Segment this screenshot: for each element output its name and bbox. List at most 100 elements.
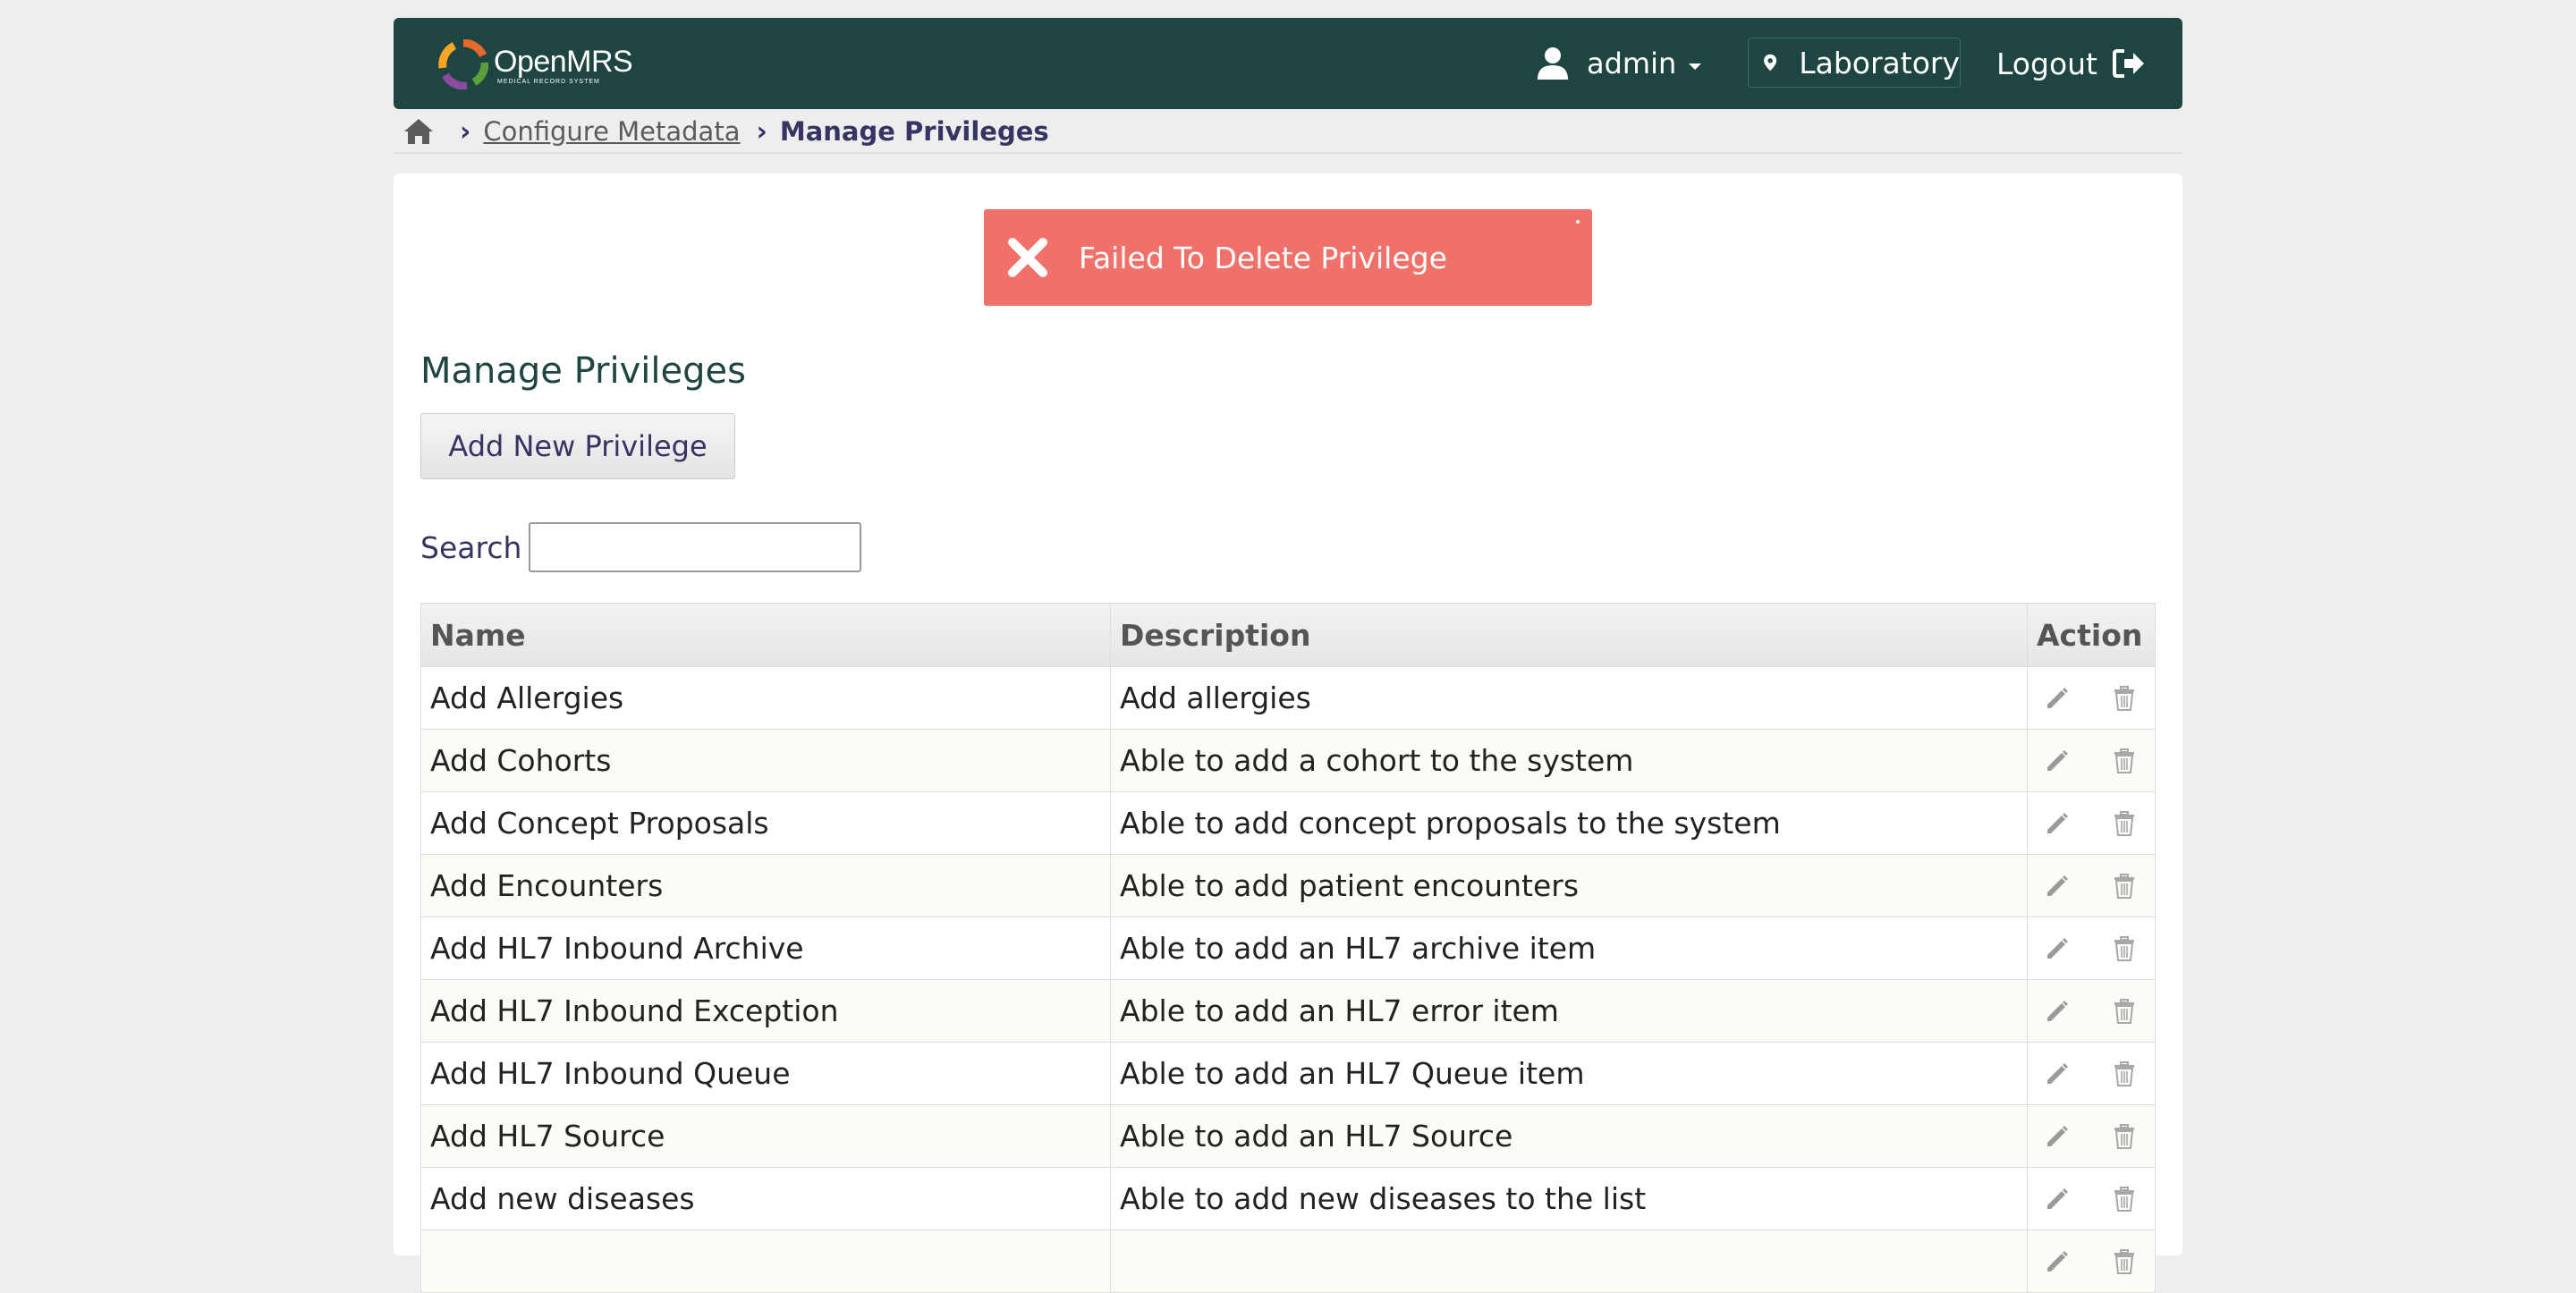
edit-button[interactable]	[2044, 998, 2071, 1025]
table-row: Add new diseases Able to add new diseases…	[420, 1167, 2156, 1230]
delete-button[interactable]	[2112, 998, 2137, 1025]
chevron-right-icon: ›	[460, 115, 471, 148]
edit-button[interactable]	[2044, 873, 2071, 900]
edit-button[interactable]	[2044, 1123, 2071, 1150]
row-actions	[2027, 1042, 2156, 1105]
column-header-description[interactable]: Description	[1110, 603, 2028, 667]
privilege-name: Add Concept Proposals	[420, 791, 1111, 855]
delete-button[interactable]	[2112, 1248, 2137, 1275]
logout-link[interactable]: Logout	[1996, 18, 2146, 109]
row-actions	[2027, 1230, 2156, 1293]
privilege-name: Add HL7 Inbound Exception	[420, 979, 1111, 1043]
privilege-description: Able to add an HL7 error item	[1110, 979, 2028, 1043]
table-row: Add HL7 Inbound Queue Able to add an HL7 …	[420, 1042, 2156, 1105]
row-actions	[2027, 791, 2156, 855]
chevron-down-icon	[1689, 63, 1702, 70]
table-row	[420, 1230, 2156, 1293]
row-actions	[2027, 979, 2156, 1043]
row-actions	[2027, 1104, 2156, 1168]
privilege-description: Able to add an HL7 archive item	[1110, 917, 2028, 980]
edit-button[interactable]	[2044, 935, 2071, 962]
main-content: Failed To Delete Privilege Manage Privil…	[394, 173, 2182, 1293]
openmrs-logo[interactable]: OpenMRS MEDICAL RECORD SYSTEM	[438, 39, 635, 89]
table-row: Add Cohorts Able to add a cohort to the s…	[420, 729, 2156, 792]
table-row: Add HL7 Inbound Archive Able to add an HL…	[420, 917, 2156, 980]
delete-button[interactable]	[2112, 873, 2137, 900]
delete-button[interactable]	[2112, 685, 2137, 712]
delete-button[interactable]	[2112, 1061, 2137, 1087]
edit-button[interactable]	[2044, 1186, 2071, 1213]
logo-subtitle: MEDICAL RECORD SYSTEM	[497, 79, 600, 85]
privilege-description	[1110, 1230, 2028, 1293]
delete-button[interactable]	[2112, 935, 2137, 962]
trash-icon	[2114, 873, 2134, 899]
delete-button[interactable]	[2112, 810, 2137, 837]
alert-close-icon[interactable]	[1576, 220, 1580, 224]
trash-icon	[2114, 1186, 2134, 1212]
table-header-row: Name Description Action	[420, 603, 2156, 667]
home-icon[interactable]	[402, 117, 435, 146]
pencil-icon	[2047, 1062, 2068, 1084]
breadcrumb-configure-metadata[interactable]: Configure Metadata	[483, 116, 740, 147]
top-header: OpenMRS MEDICAL RECORD SYSTEM admin Labo…	[394, 18, 2182, 109]
error-x-icon	[1008, 238, 1047, 277]
table-row: Add HL7 Source Able to add an HL7 Source	[420, 1104, 2156, 1168]
location-selector[interactable]: Laboratory	[1748, 38, 1961, 88]
edit-button[interactable]	[2044, 1248, 2071, 1275]
delete-button[interactable]	[2112, 748, 2137, 774]
table-row: Add Encounters Able to add patient encoun…	[420, 854, 2156, 917]
trash-icon	[2114, 998, 2134, 1024]
map-pin-icon	[1764, 54, 1777, 72]
user-name: admin	[1587, 46, 1677, 80]
user-menu[interactable]: admin	[1535, 18, 1702, 109]
edit-button[interactable]	[2044, 748, 2071, 774]
privilege-description: Able to add an HL7 Queue item	[1110, 1042, 2028, 1105]
privilege-description: Able to add a cohort to the system	[1110, 729, 2028, 792]
row-actions	[2027, 1167, 2156, 1230]
delete-button[interactable]	[2112, 1186, 2137, 1213]
breadcrumb-current: Manage Privileges	[779, 116, 1049, 147]
location-name: Laboratory	[1799, 45, 1960, 80]
privilege-name: Add HL7 Inbound Queue	[420, 1042, 1111, 1105]
alert-message: Failed To Delete Privilege	[1079, 240, 1447, 275]
privilege-description: Able to add new diseases to the list	[1110, 1167, 2028, 1230]
trash-icon	[2114, 748, 2134, 773]
row-actions	[2027, 917, 2156, 980]
table-row: Add HL7 Inbound Exception Able to add an …	[420, 979, 2156, 1043]
privilege-name	[420, 1230, 1111, 1293]
trash-icon	[2114, 1061, 2134, 1086]
error-alert: Failed To Delete Privilege	[984, 209, 1592, 306]
chevron-right-icon: ›	[756, 115, 767, 148]
trash-icon	[2114, 685, 2134, 711]
search-input[interactable]	[529, 522, 862, 572]
privilege-name: Add new diseases	[420, 1167, 1111, 1230]
pencil-icon	[2047, 749, 2068, 771]
pencil-icon	[2047, 812, 2068, 833]
row-actions	[2027, 729, 2156, 792]
pencil-icon	[2047, 937, 2068, 959]
privilege-name: Add Cohorts	[420, 729, 1111, 792]
column-header-name[interactable]: Name	[420, 603, 1111, 667]
edit-button[interactable]	[2044, 1061, 2071, 1087]
pencil-icon	[2047, 1000, 2068, 1021]
pencil-icon	[2047, 1125, 2068, 1146]
edit-button[interactable]	[2044, 810, 2071, 837]
edit-button[interactable]	[2044, 685, 2071, 712]
privilege-description: Able to add an HL7 Source	[1110, 1104, 2028, 1168]
trash-icon	[2114, 1123, 2134, 1149]
pencil-icon	[2047, 1187, 2068, 1209]
delete-button[interactable]	[2112, 1123, 2137, 1150]
add-new-privilege-button[interactable]: Add New Privilege	[420, 413, 735, 479]
logo-text: OpenMRS	[494, 45, 633, 79]
row-actions	[2027, 854, 2156, 917]
privilege-name: Add Encounters	[420, 854, 1111, 917]
privileges-table: Name Description Action Add Allergies Add…	[420, 603, 2156, 1293]
privilege-description: Able to add concept proposals to the sys…	[1110, 791, 2028, 855]
column-header-action: Action	[2027, 603, 2156, 667]
search-label: Search	[420, 529, 522, 565]
pencil-icon	[2047, 1250, 2068, 1272]
privilege-name: Add Allergies	[420, 666, 1111, 730]
openmrs-logo-icon	[438, 39, 488, 89]
privilege-description: Able to add patient encounters	[1110, 854, 2028, 917]
pencil-icon	[2047, 687, 2068, 708]
